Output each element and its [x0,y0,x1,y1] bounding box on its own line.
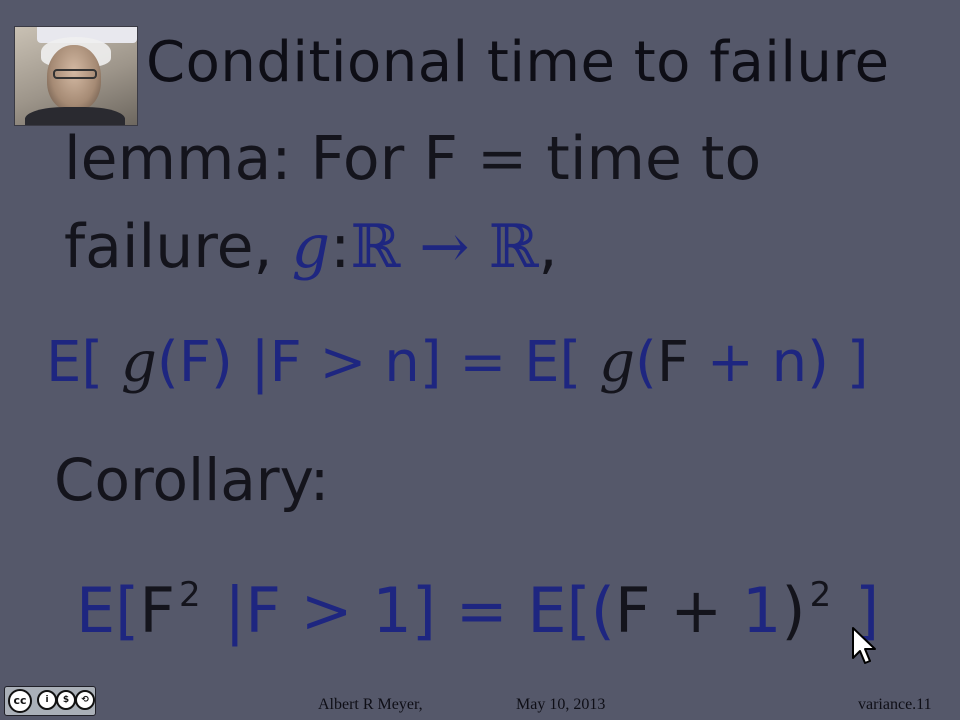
paren-close-rhs-2: ) [781,574,806,647]
greater-than-sign-2: > [300,574,353,647]
footer-date: May 10, 2013 [516,696,606,713]
equals-sign: = [459,330,507,395]
variable-F-rhs-2: F [614,574,651,647]
argument-lhs: (F) [156,330,251,395]
presenter-webcam-video [14,26,138,126]
condition-n: n [366,330,420,395]
footer-author: Albert R Meyer, [318,696,423,713]
equals-sign-2: = [435,574,528,647]
condition-variable-2: F [245,574,301,647]
exponent-2-rhs: 2 [809,575,832,615]
corollary-equation: E[F 2 |F > 1] = E[(F + 1) 2 ] [76,574,879,647]
lemma-line-1: lemma: For F = time to [64,124,761,194]
slide-footer: Albert R Meyer, May 10, 2013 variance.11 [0,694,960,716]
maps-to-arrow: → [400,212,489,282]
bracket-close-lhs: ] [419,330,460,395]
bracket-close-lhs-2: ] [411,574,436,647]
lemma-suffix: time to [527,124,762,194]
reals-codomain: ℝ [488,212,539,282]
conditional-bar: | [250,330,270,395]
condition-one: 1 [352,574,412,647]
plus-sign: + [706,330,754,395]
reals-domain: ℝ [350,212,401,282]
plus-sign-2: + [650,574,742,647]
greater-than-sign: > [319,330,367,395]
variable-F-rhs: F [656,330,707,395]
lemma-failure: failure, [64,212,292,282]
slide: Conditional time to failure lemma: For F… [0,0,960,720]
lemma-prefix: lemma: For F [64,124,477,194]
expectation-open-lhs: E[ [46,330,122,395]
presenter-glasses [53,69,97,79]
trailing-comma: , [538,212,558,282]
function-g: g [291,212,331,282]
lemma-line-2: failure, g:ℝ → ℝ, [64,212,558,282]
expectation-open-lhs-2: E[ [76,574,140,647]
condition-variable: F [269,330,320,395]
variable-F-squared: F [139,574,176,647]
lemma-equation: E[ g(F) |F > n] = E[ g(F + n) ] [46,330,869,395]
expectation-open-rhs-2: E[( [527,574,615,647]
colon: : [330,212,351,282]
conditional-bar-2: | [204,574,246,647]
mouse-pointer-icon [852,627,876,664]
function-g-lhs: g [121,330,157,395]
slide-title: Conditional time to failure [146,30,890,95]
exponent-2-lhs: 2 [179,575,201,615]
corollary-label: Corollary: [54,446,330,514]
expectation-open-rhs: E[ [506,330,600,395]
shift-n: n [753,330,808,395]
footer-slide-id: variance.11 [858,696,932,713]
shift-one: 1 [741,574,782,647]
function-g-rhs: g [599,330,635,395]
paren-open-rhs: ( [635,330,657,395]
bracket-close-rhs: ) ] [807,330,869,395]
lemma-equals: = [476,124,528,194]
